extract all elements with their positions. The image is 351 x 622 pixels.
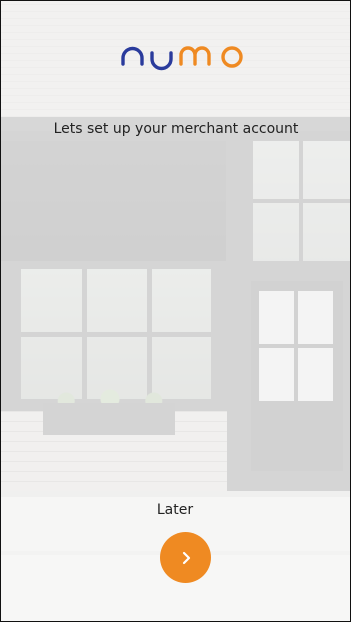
next-button[interactable] xyxy=(160,532,211,583)
onboarding-screen: numo Lets set up your merchant account L… xyxy=(0,0,351,622)
chevron-right-icon xyxy=(178,550,194,566)
later-link[interactable]: Later xyxy=(125,501,225,519)
onboarding-headline: Lets set up your merchant account xyxy=(53,121,299,137)
storefront-background xyxy=(1,1,350,621)
numo-logo: numo xyxy=(118,37,252,73)
